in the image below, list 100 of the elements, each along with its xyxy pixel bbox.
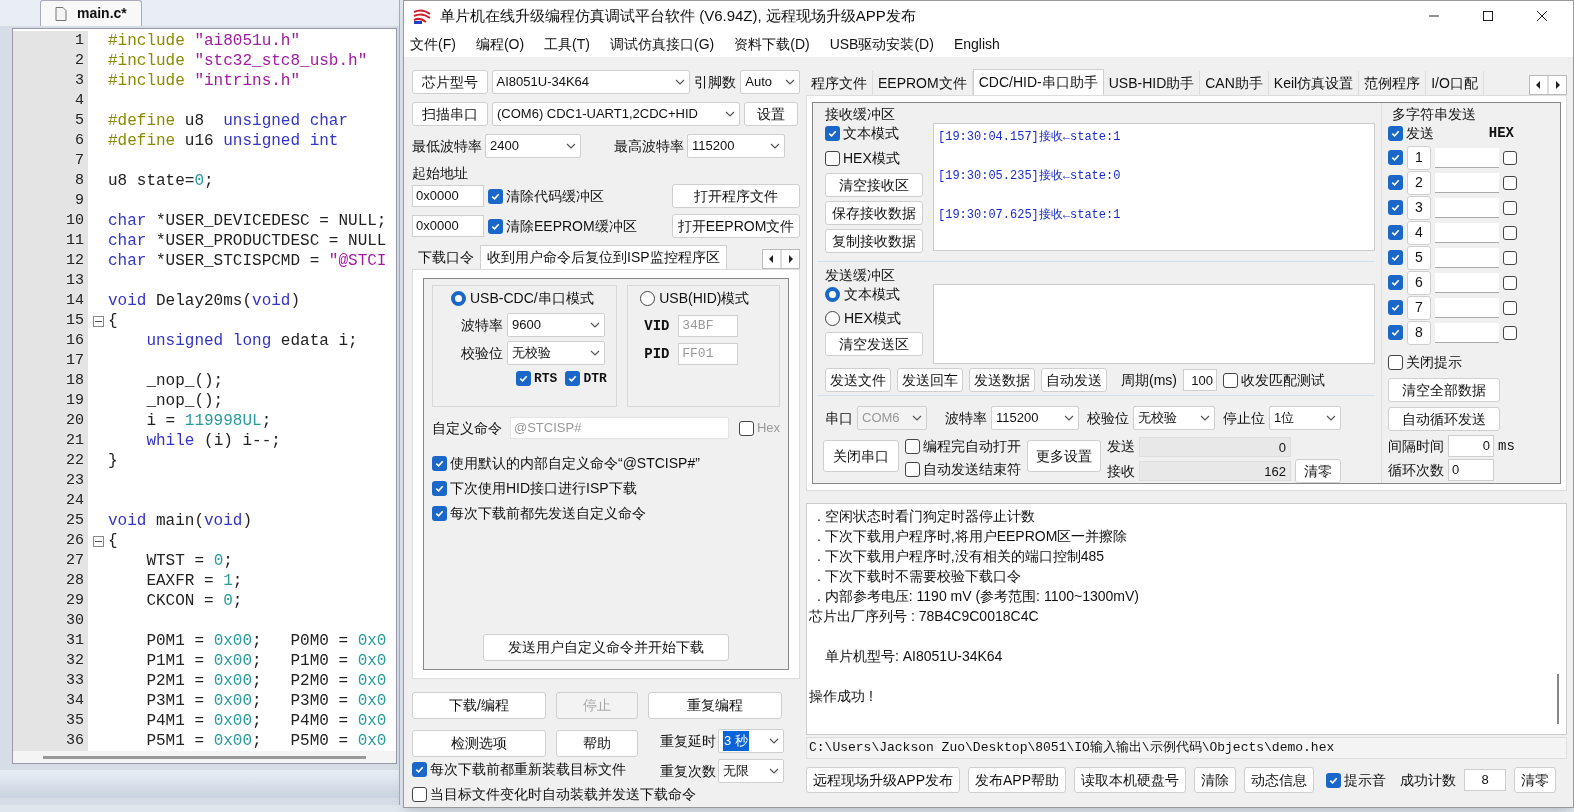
- checkbox[interactable]: [432, 481, 447, 496]
- button[interactable]: 保存接收数据: [825, 201, 923, 225]
- button[interactable]: 打开EEPROM文件: [672, 214, 800, 238]
- button[interactable]: 关闭串口: [823, 440, 899, 472]
- menu-item[interactable]: English: [953, 33, 1000, 55]
- tab-scroll-arrows[interactable]: [762, 249, 800, 269]
- checkbox[interactable]: [825, 151, 840, 166]
- text-field[interactable]: 0: [1448, 459, 1494, 481]
- checkbox[interactable]: [1388, 150, 1403, 165]
- button[interactable]: 自动发送: [1041, 368, 1107, 393]
- checkbox[interactable]: [488, 188, 503, 204]
- radio-button[interactable]: [640, 291, 656, 306]
- checkbox[interactable]: [1503, 250, 1517, 265]
- checkbox[interactable]: [412, 762, 427, 777]
- menu-item[interactable]: 文件(F): [410, 33, 456, 55]
- collapse-icon[interactable]: [92, 535, 104, 547]
- checkbox[interactable]: [516, 371, 531, 387]
- text-field[interactable]: [1435, 222, 1499, 243]
- dropdown[interactable]: 无限: [718, 759, 784, 783]
- button[interactable]: 设置: [744, 102, 798, 126]
- checkbox[interactable]: [1503, 225, 1517, 240]
- checkbox[interactable]: [1388, 275, 1403, 290]
- checkbox[interactable]: [905, 462, 920, 477]
- radio-button[interactable]: [451, 291, 466, 306]
- button[interactable]: 5: [1407, 245, 1431, 270]
- checkbox[interactable]: [488, 218, 503, 234]
- button[interactable]: 清除: [1194, 767, 1237, 793]
- scrollbar[interactable]: [43, 755, 366, 759]
- checkbox[interactable]: [432, 506, 447, 521]
- button[interactable]: 6: [1407, 270, 1431, 295]
- checkbox[interactable]: [1326, 772, 1342, 788]
- button[interactable]: 发布APP帮助: [968, 767, 1067, 793]
- checkbox[interactable]: [1503, 200, 1517, 215]
- checkbox[interactable]: [1388, 200, 1403, 215]
- checkbox[interactable]: [1388, 175, 1403, 190]
- checkbox[interactable]: [1388, 250, 1403, 265]
- dropdown[interactable]: 9600: [507, 313, 605, 337]
- button[interactable]: 扫描串口: [412, 102, 488, 126]
- button[interactable]: 远程现场升级APP发布: [806, 767, 960, 793]
- button[interactable]: 3: [1407, 195, 1431, 220]
- tab-scroll-arrows[interactable]: [1529, 75, 1567, 95]
- tab[interactable]: 收到用户命令后复位到ISP监控程序区: [480, 245, 727, 269]
- checkbox[interactable]: [1503, 300, 1517, 315]
- text-field[interactable]: 8: [1464, 769, 1507, 791]
- text-field[interactable]: 0x0000: [412, 215, 484, 237]
- dropdown[interactable]: 115200: [991, 406, 1079, 430]
- dropdown[interactable]: 1位: [1269, 406, 1341, 430]
- button[interactable]: 7: [1407, 295, 1431, 320]
- button[interactable]: 动态信息: [1244, 767, 1315, 793]
- button[interactable]: 2: [1407, 170, 1431, 195]
- button[interactable]: 发送文件: [825, 368, 891, 393]
- checkbox[interactable]: [825, 126, 840, 141]
- button[interactable]: 芯片型号: [412, 70, 488, 94]
- dropdown[interactable]: Auto: [740, 70, 800, 94]
- file-tab[interactable]: main.c*: [40, 0, 142, 26]
- checkbox[interactable]: [412, 787, 427, 802]
- button[interactable]: 下载/编程: [412, 691, 546, 719]
- text-field[interactable]: [1435, 297, 1499, 318]
- button[interactable]: 4: [1407, 220, 1431, 245]
- text-field[interactable]: [1435, 272, 1499, 293]
- checkbox[interactable]: [905, 439, 920, 454]
- checkbox[interactable]: [738, 420, 754, 436]
- dropdown[interactable]: (COM6) CDC1-UART1,2CDC+HID: [492, 102, 740, 126]
- button[interactable]: 发送数据: [969, 368, 1035, 393]
- button[interactable]: 读取本机硬盘号: [1074, 767, 1187, 793]
- text-field[interactable]: [1435, 322, 1499, 343]
- menu-item[interactable]: USB驱动安装(D): [829, 33, 934, 55]
- checkbox[interactable]: [565, 371, 581, 387]
- checkbox[interactable]: [1388, 355, 1403, 370]
- dropdown[interactable]: 无校验: [507, 341, 605, 365]
- button[interactable]: 发送回车: [897, 368, 963, 393]
- checkbox[interactable]: [1503, 325, 1517, 340]
- button[interactable]: 发送用户自定义命令并开始下载: [483, 634, 729, 661]
- dropdown[interactable]: 2400: [485, 134, 581, 158]
- checkbox[interactable]: [1388, 300, 1403, 315]
- tab[interactable]: CDC/HID-串口助手: [972, 69, 1104, 95]
- scrollbar[interactable]: [1557, 674, 1559, 724]
- text-field[interactable]: [1435, 172, 1499, 193]
- button[interactable]: 清空接收区: [825, 173, 923, 197]
- button[interactable]: 清空发送区: [825, 332, 923, 357]
- dropdown[interactable]: 115200: [687, 134, 785, 158]
- button[interactable]: 清零: [1514, 767, 1557, 793]
- text-field[interactable]: [1435, 197, 1499, 218]
- checkbox[interactable]: [1388, 126, 1403, 141]
- text-field[interactable]: 0x0000: [412, 185, 484, 207]
- button[interactable]: 清零: [1295, 459, 1341, 483]
- text-field[interactable]: 0: [1448, 435, 1494, 457]
- checkbox[interactable]: [1388, 325, 1403, 340]
- text-field[interactable]: [1435, 147, 1499, 168]
- dropdown[interactable]: 3 秒: [718, 729, 784, 753]
- button[interactable]: 重复编程: [648, 691, 782, 719]
- button[interactable]: 清空全部数据: [1388, 378, 1500, 402]
- button[interactable]: 1: [1407, 145, 1431, 170]
- button[interactable]: 更多设置: [1027, 440, 1101, 472]
- checkbox[interactable]: [1503, 175, 1517, 190]
- radio-button[interactable]: [825, 311, 840, 327]
- menu-item[interactable]: 资料下载(D): [734, 33, 810, 55]
- button[interactable]: 检测选项: [412, 729, 546, 757]
- checkbox[interactable]: [1223, 372, 1238, 388]
- button[interactable]: 帮助: [556, 729, 638, 757]
